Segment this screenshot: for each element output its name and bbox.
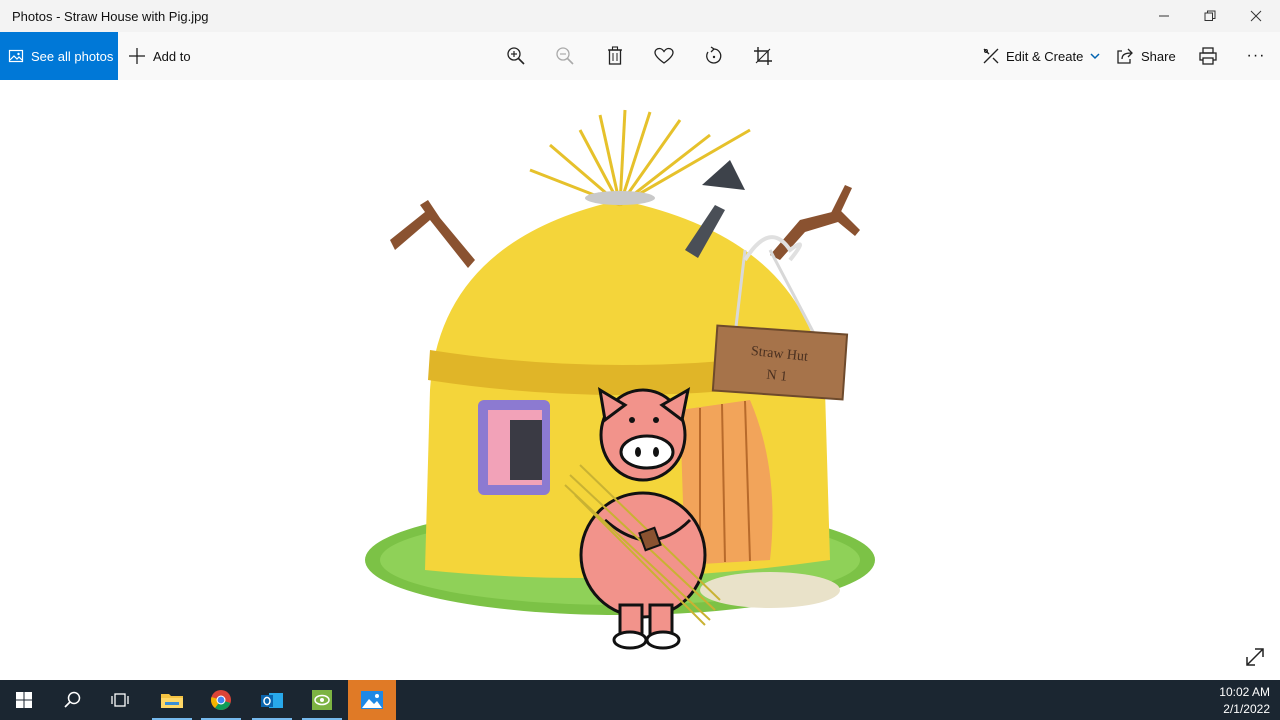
title-bar: Photos - Straw House with Pig.jpg [0,0,1280,32]
add-to-label: Add to [153,48,191,64]
windows-icon [16,692,32,708]
plus-icon [129,48,145,64]
search-button[interactable] [48,680,96,720]
photos-app[interactable] [348,680,396,720]
zoom-out-icon [556,47,574,65]
task-view-icon [111,693,129,707]
full-screen-button[interactable] [1242,644,1268,670]
outlook-app[interactable] [248,680,296,720]
outlook-icon [261,693,283,708]
start-button[interactable] [0,680,48,720]
edit-create-button[interactable]: Edit & Create [982,32,1102,80]
rotate-button[interactable] [702,44,726,68]
edit-create-icon [983,48,999,64]
delete-button[interactable] [603,44,627,68]
sign-text-line2: N 1 [766,368,788,385]
more-options-button[interactable]: ··· [1244,44,1268,68]
chrome-icon [211,690,231,710]
restore-icon [1204,10,1216,21]
rotate-icon [706,46,722,64]
crop-icon [754,47,772,65]
minimize-icon [1159,15,1169,17]
restore-button[interactable] [1187,0,1233,32]
print-icon [1199,47,1217,65]
photos-icon [8,49,24,63]
share-label: Share [1141,48,1176,64]
photos-app-icon [361,691,383,709]
see-all-photos-button[interactable]: See all photos [0,32,118,80]
window-title: Photos - Straw House with Pig.jpg [12,9,209,24]
system-clock[interactable]: 10:02 AM 2/1/2022 [1219,684,1270,718]
trash-icon [608,46,622,65]
toolbar: See all photos Add to Edit & Create Shar… [0,32,1280,80]
expand-icon [1246,648,1264,666]
zoom-in-button[interactable] [504,44,528,68]
reader-app[interactable] [298,680,346,720]
close-icon [1250,10,1262,22]
close-button[interactable] [1233,0,1279,32]
share-button[interactable]: Share [1116,32,1176,80]
eye-app-icon [312,690,332,710]
chrome-app[interactable] [197,680,245,720]
minimize-button[interactable] [1141,0,1187,32]
heart-icon [654,47,674,64]
favorite-button[interactable] [652,44,676,68]
zoom-out-button[interactable] [553,44,577,68]
see-all-photos-label: See all photos [31,48,114,64]
add-to-button[interactable]: Add to [128,32,191,80]
print-button[interactable] [1196,44,1220,68]
zoom-in-icon [507,47,525,65]
edit-create-label: Edit & Create [1006,48,1084,64]
search-icon [64,691,81,708]
task-view-button[interactable] [96,680,144,720]
clock-time: 10:02 AM [1219,685,1270,699]
photo-image: Straw Hut N 1 [365,109,875,650]
chevron-down-icon [1090,53,1100,60]
folder-icon [161,694,183,708]
file-explorer-app[interactable] [148,680,196,720]
crop-button[interactable] [751,44,775,68]
share-icon [1117,48,1133,64]
clock-date: 2/1/2022 [1223,702,1270,716]
taskbar: 10:02 AM 2/1/2022 [0,680,1280,720]
